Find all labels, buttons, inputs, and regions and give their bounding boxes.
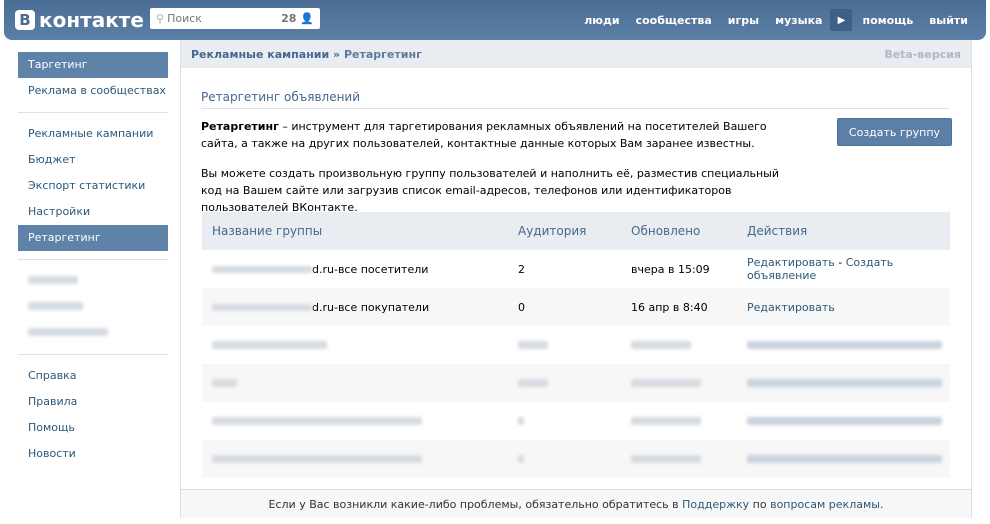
edit-link[interactable]: Редактировать — [747, 256, 835, 269]
audience: 2 — [518, 262, 525, 276]
sidebar-item-rules[interactable]: Правила — [18, 389, 168, 415]
breadcrumb: Рекламные кампании » Ретаргетинг Beta-ве… — [181, 40, 971, 68]
divider — [18, 259, 168, 260]
ads-questions-link[interactable]: вопросам рекламы — [770, 498, 880, 511]
sidebar-item-blurred[interactable] — [18, 268, 168, 294]
user-icon: 👤 — [300, 12, 314, 25]
sidebar-item-reference[interactable]: Справка — [18, 363, 168, 389]
sidebar-item-settings[interactable]: Настройки — [18, 199, 168, 225]
groups-table: Название группы Аудитория Обновлено Действи… — [202, 212, 950, 478]
updated: вчера в 15:09 — [631, 262, 710, 276]
divider — [18, 354, 168, 355]
table-row-blurred — [202, 326, 950, 364]
nav-music[interactable]: музыка — [767, 14, 830, 27]
breadcrumb-campaigns[interactable]: Рекламные кампании — [191, 48, 329, 61]
group-name: d.ru-все покупатели — [202, 288, 508, 326]
audience: 0 — [508, 288, 621, 326]
nav-help[interactable]: помощь — [854, 14, 921, 27]
sidebar-item-blurred[interactable] — [18, 320, 168, 346]
sidebar-item-blurred[interactable] — [18, 294, 168, 320]
group-name: d.ru-все посетители — [202, 250, 508, 288]
footer: Если у Вас возникли какие-либо проблемы,… — [181, 489, 971, 518]
divider — [18, 112, 168, 113]
create-group-button[interactable]: Создать группу — [837, 118, 952, 146]
breadcrumb-current: Ретаргетинг — [343, 47, 422, 61]
sidebar-item-retargeting[interactable]: Ретаргетинг — [18, 225, 168, 251]
sidebar-item-campaigns[interactable]: Рекламные кампании — [18, 121, 168, 147]
nav-communities[interactable]: сообщества — [628, 14, 720, 27]
col-name: Название группы — [202, 212, 508, 250]
table-row-blurred — [202, 440, 950, 478]
vk-logo[interactable]: Вконтакте — [15, 8, 144, 32]
intro-text: Ретаргетинг – инструмент для таргетирова… — [201, 120, 767, 150]
table-row-blurred — [202, 364, 950, 402]
col-updated: Обновлено — [621, 212, 737, 250]
support-link[interactable]: Поддержку — [682, 498, 749, 511]
sidebar-item-targeting[interactable]: Таргетинг — [18, 52, 168, 78]
play-icon[interactable]: ▶ — [830, 9, 853, 31]
top-nav: люди сообщества игры музыка ▶ помощь вый… — [576, 0, 986, 40]
edit-link[interactable]: Редактировать — [747, 301, 835, 314]
col-audience: Аудитория — [508, 212, 621, 250]
description-text: Вы можете создать произвольную группу по… — [201, 167, 780, 214]
sidebar-item-export[interactable]: Экспорт статистики — [18, 173, 168, 199]
beta-label: Beta-версия — [884, 47, 961, 61]
sidebar-item-budget[interactable]: Бюджет — [18, 147, 168, 173]
sidebar: Таргетинг Реклама в сообществах Рекламны… — [18, 52, 168, 467]
online-count: 28 👤 — [281, 12, 314, 25]
col-actions: Действия — [737, 212, 950, 250]
top-header: Вконтакте ⚲ Поиск 28 👤 люди сообщества игр… — [4, 0, 986, 40]
sidebar-item-community-ads[interactable]: Реклама в сообществах — [18, 78, 168, 104]
nav-games[interactable]: игры — [720, 14, 767, 27]
sidebar-item-news[interactable]: Новости — [18, 441, 168, 467]
nav-logout[interactable]: выйти — [921, 14, 986, 27]
updated: 16 апр в 8:40 — [621, 288, 737, 326]
search-input[interactable]: ⚲ Поиск 28 👤 — [150, 8, 320, 29]
nav-people[interactable]: люди — [576, 14, 627, 27]
table-row-blurred — [202, 402, 950, 440]
page-title: Ретаргетинг объявлений — [201, 90, 949, 109]
table-row: d.ru-все покупатели 0 16 апр в 8:40 Реда… — [202, 288, 950, 326]
sidebar-item-help[interactable]: Помощь — [18, 415, 168, 441]
search-icon: ⚲ — [156, 12, 165, 25]
main-panel: Рекламные кампании » Ретаргетинг Beta-ве… — [180, 40, 972, 518]
table-row: d.ru-все посетители 2 вчера в 15:09 Реда… — [202, 250, 950, 288]
